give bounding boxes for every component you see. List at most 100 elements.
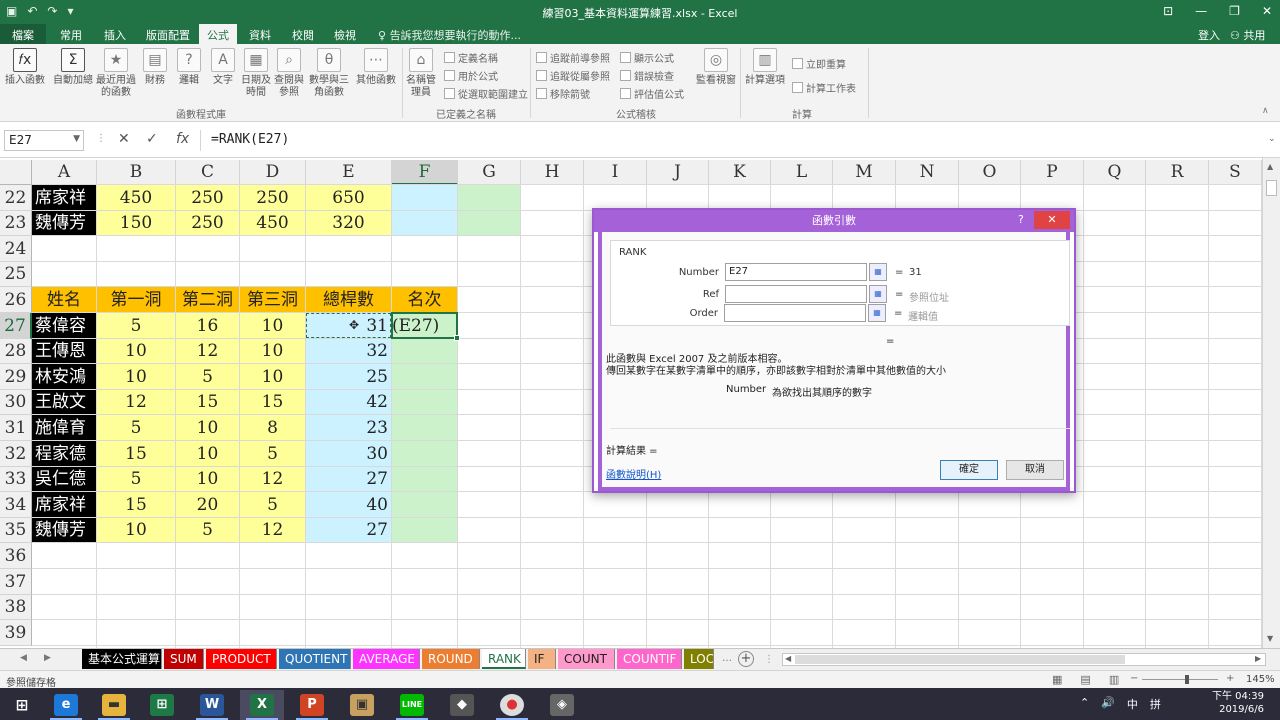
column-header-q[interactable]: Q — [1084, 160, 1146, 185]
rank-cell[interactable] — [392, 364, 458, 390]
sheet-tab-if[interactable]: IF — [528, 649, 556, 669]
normal-view-icon[interactable]: ▦ — [1052, 673, 1062, 686]
column-header-f[interactable]: F — [392, 160, 458, 185]
tab-page-layout[interactable]: 版面配置 — [146, 27, 190, 43]
total-cell[interactable]: 40 — [306, 492, 392, 518]
tab-formulas[interactable]: 公式 — [199, 24, 237, 44]
row-header-32[interactable]: 32 — [0, 441, 32, 467]
restore-icon[interactable]: ❐ — [1229, 4, 1240, 18]
volume-icon[interactable]: 🔊 — [1101, 696, 1115, 712]
photos-icon[interactable]: ▣ — [340, 690, 384, 720]
column-header-g[interactable]: G — [458, 160, 521, 185]
score-cell[interactable]: 5 — [176, 364, 240, 390]
row-header-27[interactable]: 27 — [0, 313, 32, 339]
insert-function-button[interactable]: 𝑓x 插入函數 — [4, 48, 46, 87]
row-header-22[interactable]: 22 — [0, 185, 32, 211]
score-cell[interactable]: 5 — [97, 415, 176, 441]
show-formulas-button[interactable]: 顯示公式 — [620, 50, 674, 65]
scroll-up-icon[interactable]: ▲ — [1267, 162, 1273, 171]
share-button[interactable]: ⚇ 共用 — [1230, 27, 1265, 43]
collapse-ribbon-icon[interactable]: ∧ — [1262, 106, 1269, 116]
cancel-entry-icon[interactable]: ✕ — [118, 131, 130, 147]
score-cell[interactable]: 12 — [97, 390, 176, 415]
table-header-cell[interactable]: 姓名 — [32, 287, 97, 313]
scroll-down-icon[interactable]: ▼ — [1267, 634, 1273, 643]
cancel-button[interactable]: 取消 — [1006, 460, 1064, 480]
watch-window-button[interactable]: ◎ 監看視窗 — [694, 48, 738, 87]
score-cell[interactable]: 250 — [240, 185, 306, 211]
line-icon[interactable]: LINE — [390, 690, 434, 720]
tab-home[interactable]: 常用 — [60, 27, 82, 43]
score-cell[interactable]: 15 — [176, 390, 240, 415]
powerpoint-icon[interactable]: P — [290, 690, 334, 720]
formula-input[interactable]: =RANK(E27) — [200, 130, 1268, 151]
total-cell[interactable]: 25 — [306, 364, 392, 390]
total-cell[interactable]: 42 — [306, 390, 392, 415]
score-cell[interactable]: 10 — [97, 339, 176, 364]
rank-cell[interactable] — [392, 467, 458, 492]
table-header-cell[interactable]: 總桿數 — [306, 287, 392, 313]
score-cell[interactable]: 10 — [240, 313, 306, 339]
score-cell[interactable]: 250 — [176, 185, 240, 211]
total-cell[interactable]: 27 — [306, 518, 392, 543]
rank-cell[interactable] — [392, 390, 458, 415]
score-cell[interactable]: 15 — [97, 492, 176, 518]
zoom-in-icon[interactable]: + — [1226, 673, 1234, 684]
sheet-tab-sum[interactable]: SUM — [164, 649, 204, 669]
confirm-entry-icon[interactable]: ✓ — [146, 131, 158, 147]
row-header-35[interactable]: 35 — [0, 518, 32, 543]
row-header-25[interactable]: 25 — [0, 262, 32, 287]
column-header-n[interactable]: N — [896, 160, 959, 185]
tab-review[interactable]: 校閱 — [292, 27, 314, 43]
score-cell[interactable]: 5 — [240, 441, 306, 467]
app-icon[interactable]: ◈ — [540, 690, 584, 720]
sheet-tab-rank[interactable]: RANK — [482, 649, 526, 669]
dialog-help-button[interactable]: ? — [1018, 213, 1024, 226]
name-cell[interactable]: 程家德 — [32, 441, 97, 467]
extra-cell[interactable] — [458, 185, 521, 211]
table-header-cell[interactable]: 名次 — [392, 287, 458, 313]
column-header-s[interactable]: S — [1209, 160, 1262, 185]
total-cell[interactable]: 650 — [306, 185, 392, 211]
scroll-left-icon[interactable]: ◀ — [785, 654, 791, 663]
page-layout-view-icon[interactable]: ▤ — [1080, 673, 1090, 686]
close-icon[interactable]: ✕ — [1262, 4, 1272, 18]
ref-arg-input[interactable] — [725, 285, 867, 303]
calculation-options-button[interactable]: ▥ 計算選項 — [744, 48, 786, 87]
zoom-out-icon[interactable]: − — [1130, 673, 1138, 684]
sheet-tab-count[interactable]: COUNT — [558, 649, 615, 669]
row-header-38[interactable]: 38 — [0, 595, 32, 620]
column-header-b[interactable]: B — [97, 160, 176, 185]
order-arg-input[interactable] — [724, 304, 866, 322]
explorer-icon[interactable]: ▬ — [92, 690, 136, 720]
zoom-slider[interactable] — [1142, 675, 1218, 684]
row-header-31[interactable]: 31 — [0, 415, 32, 441]
score-cell[interactable]: 10 — [176, 415, 240, 441]
error-checking-button[interactable]: 錯誤檢查 — [620, 68, 674, 83]
score-cell[interactable]: 15 — [97, 441, 176, 467]
calculate-now-button[interactable]: 立即重算 — [792, 56, 846, 71]
score-cell[interactable]: 5 — [97, 313, 176, 339]
rank-cell[interactable] — [392, 492, 458, 518]
math-trig-button[interactable]: θ 數學與三角函數 — [308, 48, 350, 99]
total-cell[interactable]: 32 — [306, 339, 392, 364]
more-functions-button[interactable]: ⋯ 其他函數 — [354, 48, 398, 87]
column-header-m[interactable]: M — [833, 160, 896, 185]
score-cell[interactable]: 10 — [97, 364, 176, 390]
name-box[interactable]: E27 ▼ — [4, 130, 84, 151]
column-header-a[interactable]: A — [32, 160, 97, 185]
name-cell[interactable]: 王啟文 — [32, 390, 97, 415]
sheet-tab-quotient[interactable]: QUOTIENT — [279, 649, 351, 669]
excel-icon[interactable]: X — [240, 690, 284, 720]
name-cell[interactable]: 吳仁德 — [32, 467, 97, 492]
date-time-button[interactable]: ▦ 日期及時間 — [240, 48, 272, 99]
word-icon[interactable]: W — [190, 690, 234, 720]
name-cell[interactable]: 施偉育 — [32, 415, 97, 441]
column-header-h[interactable]: H — [521, 160, 584, 185]
score-cell[interactable]: 12 — [176, 339, 240, 364]
row-header-34[interactable]: 34 — [0, 492, 32, 518]
dialog-close-button[interactable]: ✕ — [1034, 211, 1070, 229]
score-cell[interactable]: 250 — [176, 211, 240, 236]
define-name-button[interactable]: 定義名稱 — [444, 50, 498, 65]
score-cell[interactable]: 10 — [240, 339, 306, 364]
